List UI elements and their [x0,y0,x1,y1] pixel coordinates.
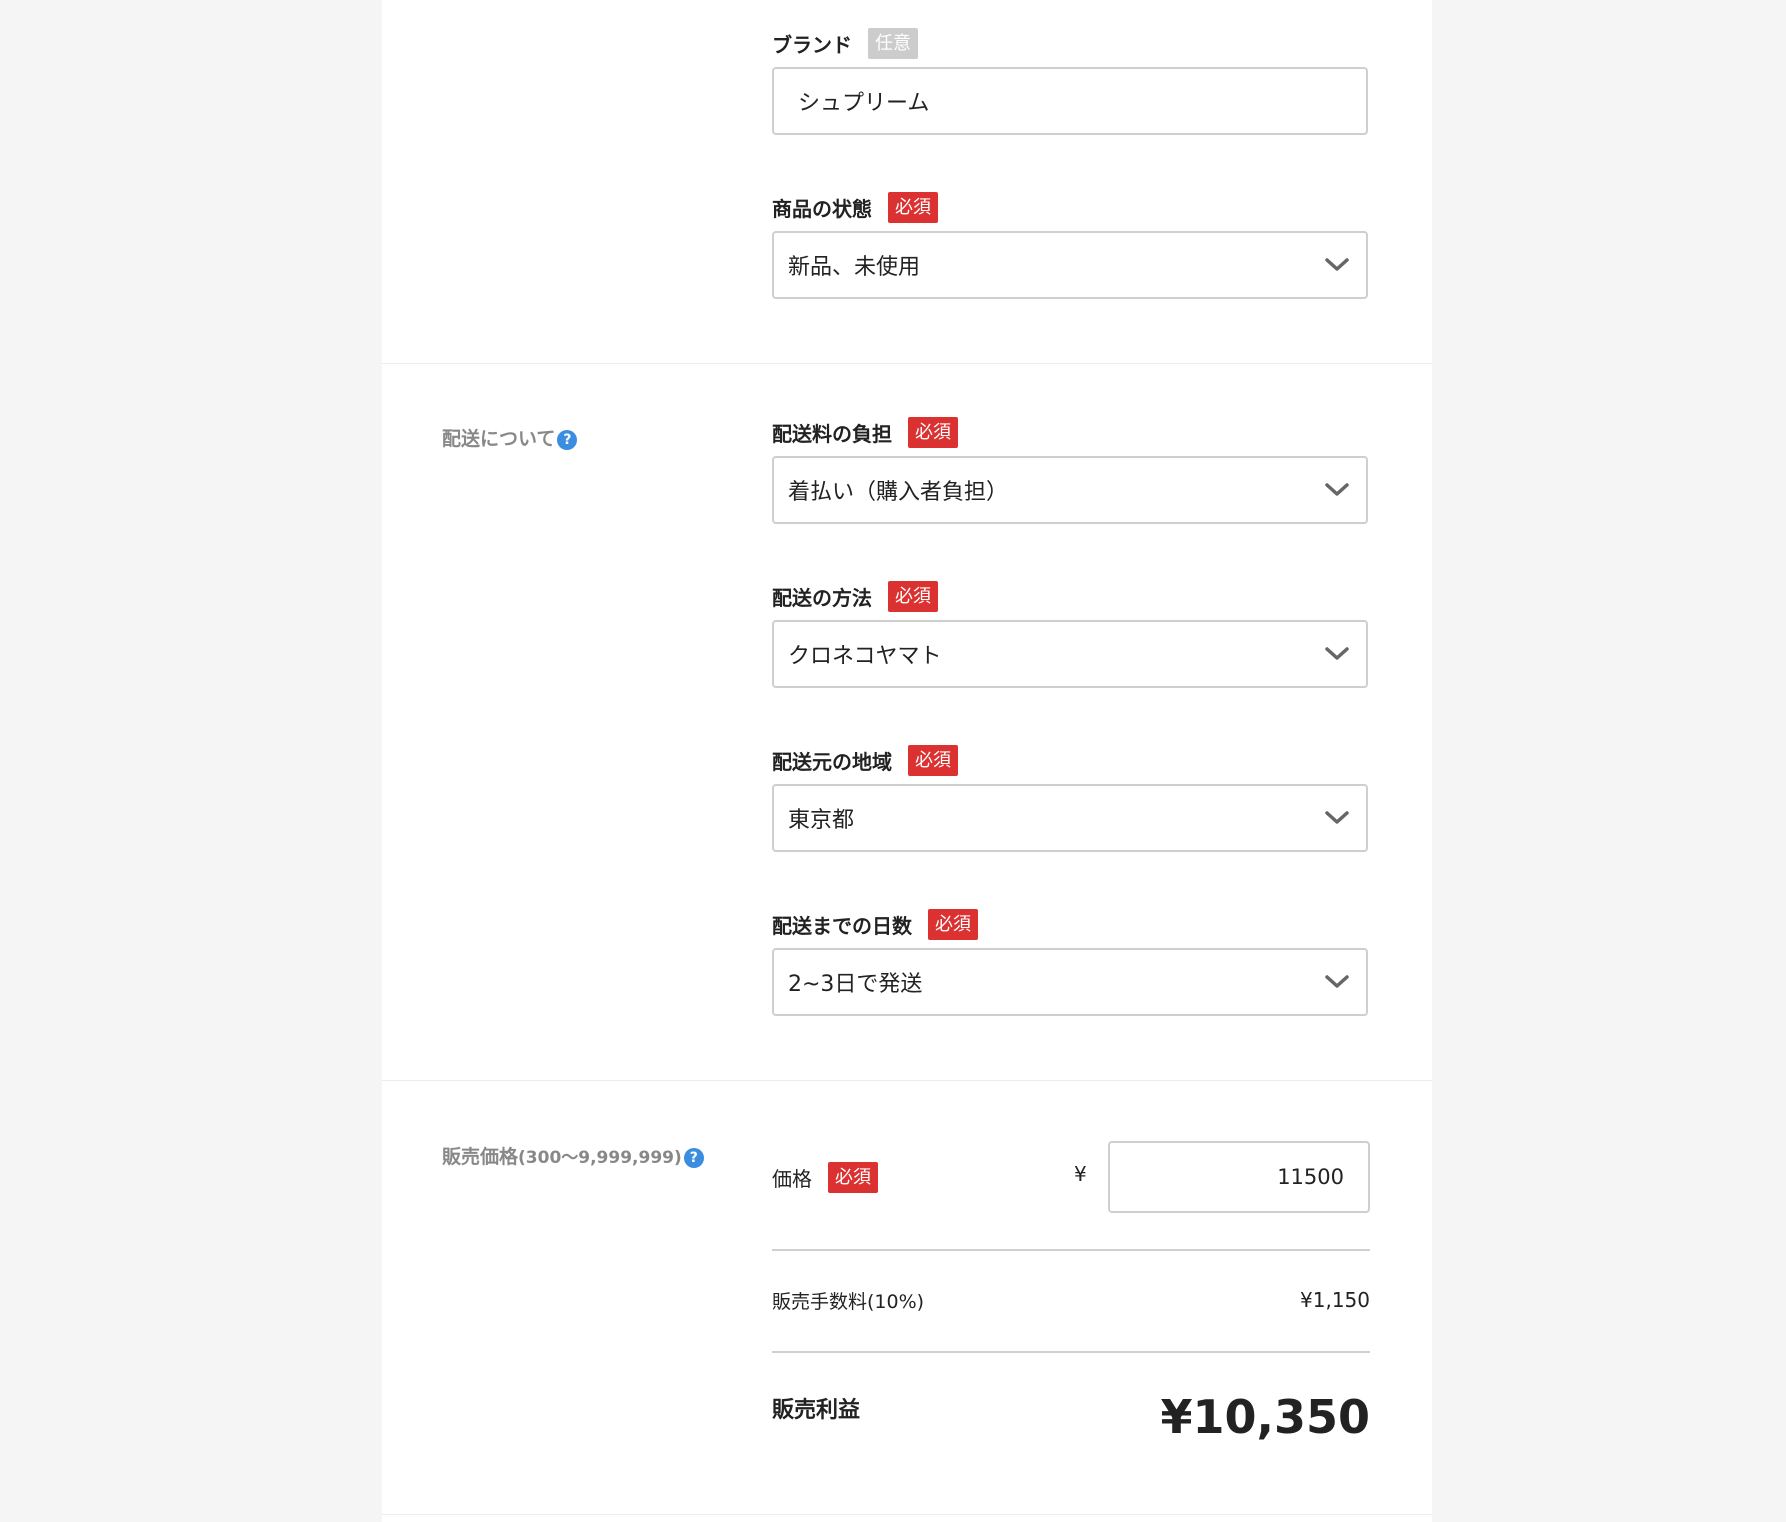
fee-label: 販売手数料(10%) [772,1291,925,1313]
price-field[interactable] [1108,1141,1370,1213]
condition-label: 商品の状態 必須 [772,191,938,223]
shipping-method-select[interactable]: クロネコヤマト [772,620,1368,688]
price-label: 価格 必須 [772,1161,878,1193]
required-badge: 必須 [908,416,958,448]
shipping-method-label-text: 配送の方法 [772,585,872,610]
chevron-down-icon [1325,975,1349,988]
fee-separator [772,1351,1370,1353]
price-section-label: 販売価格 (300〜9,999,999) ? [442,1142,704,1169]
chevron-down-icon [1325,811,1349,824]
section-divider [382,1080,1432,1081]
required-badge: 必須 [828,1161,878,1193]
shipping-origin-selected-value: 東京都 [788,808,855,833]
brand-input[interactable] [774,88,1366,114]
condition-selected-value: 新品、未使用 [788,255,921,280]
chevron-down-icon [1325,483,1349,496]
brand-label: ブランド 任意 [772,27,918,59]
price-input[interactable] [1110,1164,1368,1190]
shipping-days-label-text: 配送までの日数 [772,913,912,938]
brand-label-text: ブランド [772,32,852,57]
shipping-method-label: 配送の方法 必須 [772,580,938,612]
shipping-section-title: 配送について [442,428,556,450]
price-range: (300〜9,999,999) [518,1148,682,1168]
help-icon[interactable]: ? [683,1147,704,1168]
shipping-method-selected-value: クロネコヤマト [788,644,942,669]
listing-form-panel: ブランド 任意 商品の状態 必須 新品、未使用 配送について ? 配送料の負担 … [382,0,1432,1522]
fee-value: ¥1,150 [1300,1288,1370,1312]
shipping-days-select[interactable]: 2~3日で発送 [772,948,1368,1016]
chevron-down-icon [1325,258,1349,271]
shipping-section-label: 配送について ? [442,424,578,451]
brand-field[interactable] [772,67,1368,135]
section-divider [382,1514,1432,1515]
optional-badge: 任意 [868,27,918,59]
price-label-text: 価格 [772,1166,812,1191]
condition-label-text: 商品の状態 [772,196,872,221]
required-badge: 必須 [888,580,938,612]
profit-value: ¥10,350 [1160,1390,1370,1444]
shipping-fee-label: 配送料の負担 必須 [772,416,958,448]
required-badge: 必須 [888,191,938,223]
profit-label: 販売利益 [772,1398,861,1423]
price-separator [772,1249,1370,1251]
shipping-origin-select[interactable]: 東京都 [772,784,1368,852]
shipping-origin-label: 配送元の地域 必須 [772,744,958,776]
price-section-title: 販売価格 [442,1146,519,1168]
condition-select[interactable]: 新品、未使用 [772,231,1368,299]
shipping-fee-select[interactable]: 着払い（購入者負担） [772,456,1368,524]
required-badge: 必須 [908,744,958,776]
shipping-days-selected-value: 2~3日で発送 [788,972,923,997]
currency-symbol: ¥ [1074,1162,1087,1186]
shipping-origin-label-text: 配送元の地域 [772,749,892,774]
chevron-down-icon [1325,647,1349,660]
help-icon[interactable]: ? [557,429,578,450]
shipping-fee-selected-value: 着払い（購入者負担） [788,480,1009,505]
required-badge: 必須 [928,908,978,940]
shipping-fee-label-text: 配送料の負担 [772,421,892,446]
shipping-days-label: 配送までの日数 必須 [772,908,978,940]
section-divider [382,363,1432,364]
